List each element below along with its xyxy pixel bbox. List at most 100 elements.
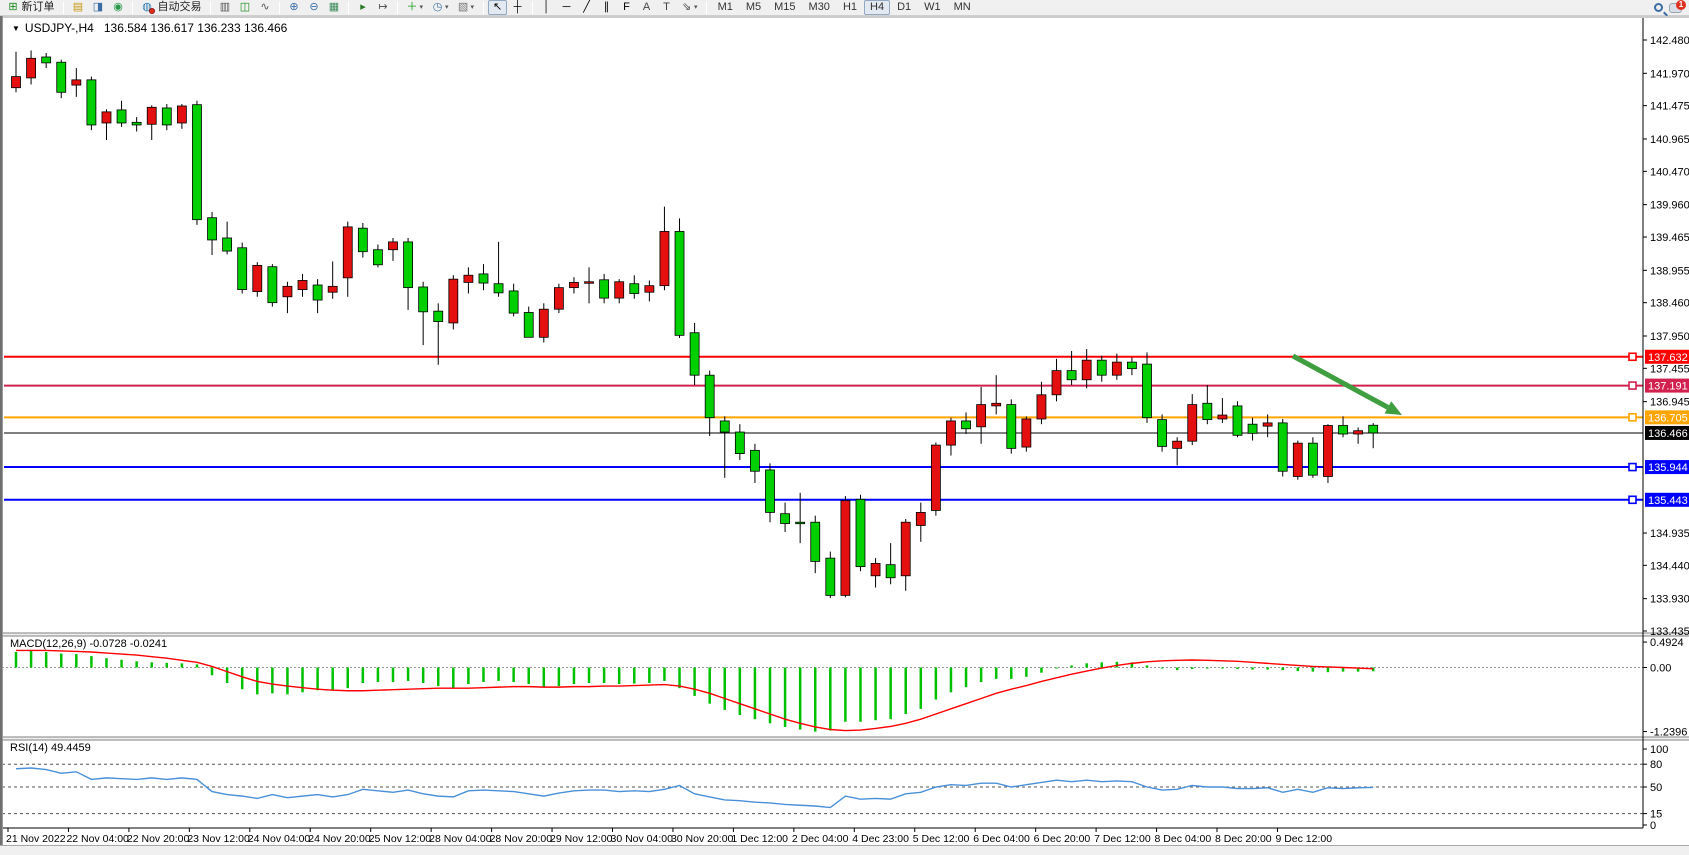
symbol-period-label: USDJPY-,H4 xyxy=(25,21,94,35)
rsi-axis-label: 80 xyxy=(1650,759,1662,771)
periods-button[interactable]: ◷▾ xyxy=(428,0,453,15)
trendline-button[interactable]: ╱ xyxy=(577,0,596,15)
time-axis-label: 23 Nov 12:00 xyxy=(187,833,250,845)
arrows-tool-button[interactable]: ⇘▾ xyxy=(677,0,702,15)
price-line-tag-label: 135.944 xyxy=(1648,462,1688,474)
market-watch-button[interactable]: ▤ xyxy=(69,0,88,15)
hline-handle[interactable] xyxy=(1629,464,1636,471)
line-chart-button[interactable]: ∿ xyxy=(256,0,275,15)
time-axis-label: 5 Dec 12:00 xyxy=(913,833,970,845)
cursor-icon: ↖ xyxy=(492,1,503,14)
tile-windows-button[interactable]: ▦ xyxy=(325,0,344,15)
periods-icon: ◷ xyxy=(432,1,443,14)
time-axis-label: 28 Nov 20:00 xyxy=(490,833,553,845)
indicators-button[interactable]: ＋▾ xyxy=(403,0,428,15)
macd-label: MACD(12,26,9) -0.0728 -0.0241 xyxy=(10,638,167,650)
hline-handle[interactable] xyxy=(1629,353,1636,360)
toolbar-right: 1 xyxy=(1654,3,1686,13)
vertical-line-button[interactable]: │ xyxy=(537,0,556,15)
time-axis-label: 1 Dec 12:00 xyxy=(731,833,788,845)
chevron-down-icon: ▾ xyxy=(445,1,449,14)
rsi-label: RSI(14) 49.4459 xyxy=(10,742,91,754)
notification-badge: 1 xyxy=(1676,0,1686,10)
macd-axis-label: 0.4924 xyxy=(1650,637,1684,649)
toolbar-separator xyxy=(348,2,349,14)
navigator-button[interactable]: ◉ xyxy=(109,0,128,15)
chart-dropdown-icon[interactable]: ▼ xyxy=(12,24,20,33)
time-axis-label: 28 Nov 04:00 xyxy=(429,833,492,845)
templates-button[interactable]: ▧▾ xyxy=(454,0,479,15)
cursor-button[interactable]: ↖ xyxy=(488,0,507,15)
auto-scroll-icon: ▸ xyxy=(358,1,369,14)
fibonacci-button[interactable]: F xyxy=(617,0,636,15)
time-axis-label: 9 Dec 12:00 xyxy=(1275,833,1332,845)
autotrading-button[interactable]: ◍自动交易 xyxy=(138,0,206,15)
time-axis-label: 6 Dec 04:00 xyxy=(973,833,1030,845)
zoom-in-button[interactable]: ⊕ xyxy=(285,0,304,15)
candle xyxy=(1233,401,1242,437)
price-tick-label: 138.955 xyxy=(1650,265,1689,277)
indicators-icon: ＋ xyxy=(407,1,418,14)
toolbar-separator xyxy=(210,2,211,14)
price-line-tag-label: 136.705 xyxy=(1648,412,1688,424)
fibonacci-icon: F xyxy=(621,1,632,14)
data-window-button[interactable]: ◨ xyxy=(89,0,108,15)
market-watch-icon: ▤ xyxy=(73,1,84,14)
chart-window: 142.480141.970141.475140.965140.470139.9… xyxy=(0,16,1689,845)
candle xyxy=(1007,399,1016,453)
candle xyxy=(1158,414,1167,451)
time-axis-label: 8 Dec 20:00 xyxy=(1215,833,1272,845)
crosshair-button[interactable]: ┼ xyxy=(508,0,527,15)
toolbar-separator xyxy=(63,2,64,14)
candle xyxy=(856,495,865,571)
time-axis-label: 6 Dec 20:00 xyxy=(1034,833,1091,845)
chart-shift-button[interactable]: ↦ xyxy=(374,0,393,15)
price-tick-label: 136.945 xyxy=(1650,397,1689,409)
macd-axis-label: 0.00 xyxy=(1650,663,1671,675)
toolbar-separator xyxy=(132,2,133,14)
chat-icon[interactable]: 1 xyxy=(1669,3,1682,13)
price-tick-label: 141.970 xyxy=(1650,68,1689,80)
line-chart-icon: ∿ xyxy=(260,1,271,14)
candle xyxy=(554,284,563,313)
timeframe-m30-button[interactable]: M30 xyxy=(803,0,836,15)
data-window-icon: ◨ xyxy=(93,1,104,14)
timeframe-m15-button[interactable]: M15 xyxy=(768,0,801,15)
timeframe-w1-button[interactable]: W1 xyxy=(918,0,947,15)
candle xyxy=(1308,437,1317,478)
candle xyxy=(238,243,247,294)
timeframe-h4-button[interactable]: H4 xyxy=(864,0,890,15)
equidistant-channel-button[interactable]: ∥ xyxy=(597,0,616,15)
timeframe-m1-button[interactable]: M1 xyxy=(712,0,739,15)
zoom-out-button[interactable]: ⊖ xyxy=(305,0,324,15)
new-order-button[interactable]: ⊞新订单 xyxy=(4,0,59,15)
new-order-icon: ⊞ xyxy=(8,1,19,14)
bar-chart-button[interactable]: ▥ xyxy=(216,0,235,15)
horizontal-line-button[interactable]: ─ xyxy=(557,0,576,15)
timeframe-mn-button[interactable]: MN xyxy=(948,0,977,15)
chart-title: ▼ USDJPY-,H4 136.584 136.617 136.233 136.4… xyxy=(12,21,287,35)
timeframe-m5-button[interactable]: M5 xyxy=(740,0,767,15)
price-tick-label: 142.480 xyxy=(1650,35,1689,47)
search-icon[interactable] xyxy=(1654,3,1663,12)
text-button[interactable]: A xyxy=(637,0,656,15)
rsi-axis-label: 100 xyxy=(1650,744,1668,756)
time-axis-label: 7 Dec 12:00 xyxy=(1094,833,1151,845)
candle xyxy=(1022,416,1031,451)
arrows-tool-icon: ⇘ xyxy=(681,1,692,14)
mt4-terminal: ⊞新订单▤◨◉◍自动交易▥◫∿⊕⊖▦▸↦＋▾◷▾▧▾↖┼│─╱∥FAT⇘▾M1M… xyxy=(0,0,1689,855)
hline-handle[interactable] xyxy=(1629,414,1636,421)
hline-handle[interactable] xyxy=(1629,382,1636,389)
timeframe-d1-button[interactable]: D1 xyxy=(891,0,917,15)
time-axis-label: 8 Dec 04:00 xyxy=(1155,833,1212,845)
chart-shift-icon: ↦ xyxy=(378,1,389,14)
toolbar-separator xyxy=(483,2,484,14)
ohlc-readout: 136.584 136.617 136.233 136.466 xyxy=(104,21,288,35)
hline-handle[interactable] xyxy=(1629,496,1636,503)
price-line-tag-label: 135.443 xyxy=(1648,495,1688,507)
candlestick-chart-button[interactable]: ◫ xyxy=(236,0,255,15)
text-label-button[interactable]: T xyxy=(657,0,676,15)
auto-scroll-button[interactable]: ▸ xyxy=(354,0,373,15)
timeframe-h1-button[interactable]: H1 xyxy=(837,0,863,15)
chart-canvas[interactable]: 142.480141.970141.475140.965140.470139.9… xyxy=(2,16,1689,845)
